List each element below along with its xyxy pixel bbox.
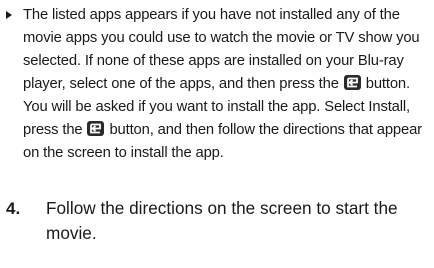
note-text: The listed apps appears if you have not … [23,4,426,165]
note-item: The listed apps appears if you have not … [6,4,428,165]
bullet-triangle-icon [6,4,23,19]
step-number: 4. [6,199,21,218]
step-item: 4. Follow the directions on the screen t… [6,196,428,246]
enter-button-icon [87,121,105,136]
enter-button-icon [343,75,361,90]
step-text: Follow the directions on the screen to s… [46,198,398,243]
note-text-part-3: button, and then follow the directions t… [23,122,422,161]
